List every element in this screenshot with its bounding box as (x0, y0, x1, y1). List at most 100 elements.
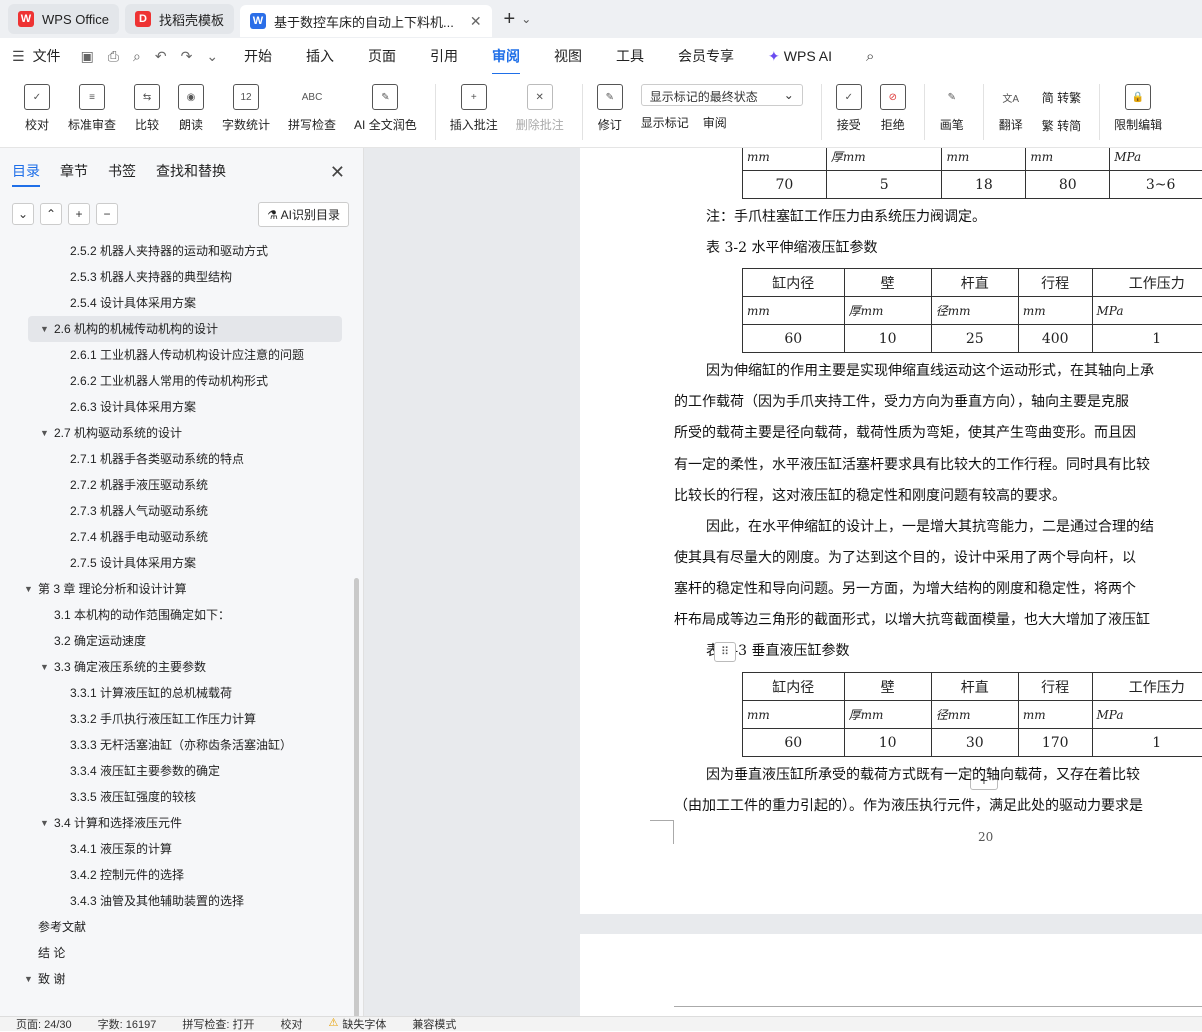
toc-item[interactable]: 3.4.1 液压泵的计算 (0, 836, 356, 862)
expand-arrow-icon[interactable]: ▼ (40, 316, 49, 342)
to-simplified-button[interactable]: 繁 转简 (1042, 112, 1081, 140)
menu-member[interactable]: 会员专享 (678, 46, 734, 66)
toc-item[interactable]: 2.5.3 机器人夹持器的典型结构 (0, 264, 356, 290)
collapse-icon[interactable]: ⌄ (12, 203, 34, 225)
toc-item[interactable]: 3.3.4 液压缸主要参数的确定 (0, 758, 356, 784)
new-tab-icon[interactable]: + (504, 8, 516, 31)
insert-comment-button[interactable]: +插入批注 (450, 84, 498, 133)
spell-check-button[interactable]: ABC拼写检查 (288, 84, 336, 133)
menu-insert[interactable]: 插入 (306, 46, 334, 66)
toc-item[interactable]: 2.7.2 机器手液压驱动系统 (0, 472, 356, 498)
toc-item[interactable]: 2.6.1 工业机器人传动机构设计应注意的问题 (0, 342, 356, 368)
toc-item[interactable]: 3.3.3 无杆活塞油缸（亦称齿条活塞油缸） (0, 732, 356, 758)
to-traditional-button[interactable]: 简 转繁 (1042, 84, 1081, 112)
more-icon[interactable]: ⌄ (206, 48, 218, 65)
tab-chapters[interactable]: 章节 (60, 161, 88, 181)
toc-item[interactable]: ▼3.3 确定液压系统的主要参数 (0, 654, 356, 680)
close-icon[interactable]: ✕ (330, 162, 345, 183)
toc-item[interactable]: 2.5.4 设计具体采用方案 (0, 290, 356, 316)
menu-wps-ai[interactable]: ✦ WPS AI (768, 48, 832, 65)
toc-item[interactable]: 3.4.3 油管及其他辅助装置的选择 (0, 888, 356, 914)
toc-item[interactable]: ▼3.4 计算和选择液压元件 (0, 810, 356, 836)
search-icon[interactable]: ⌕ (866, 48, 874, 65)
add-icon[interactable]: + (68, 203, 90, 225)
missing-font-indicator[interactable]: ⚠缺失字体 (328, 1016, 386, 1032)
toc-item[interactable]: 3.1 本机构的动作范围确定如下： (0, 602, 356, 628)
menu-review[interactable]: 审阅 (492, 46, 520, 66)
table-drag-handle-icon[interactable]: ⠿ (714, 642, 736, 662)
tab-document[interactable]: W 基于数控车床的自动上下料机... ✕ (240, 5, 492, 37)
save-icon[interactable]: ▣ (81, 48, 94, 65)
toc-item[interactable]: 2.5.2 机器人夹持器的运动和驱动方式 (0, 238, 356, 264)
toc-item[interactable]: 3.3.1 计算液压缸的总机械载荷 (0, 680, 356, 706)
proofread-status[interactable]: 校对 (280, 1016, 302, 1032)
expand-arrow-icon[interactable]: ▼ (24, 576, 33, 602)
toc-item[interactable]: 3.2 确定运动速度 (0, 628, 356, 654)
toc-item-label: 2.6.3 设计具体采用方案 (70, 394, 196, 420)
tab-find-replace[interactable]: 查找和替换 (156, 161, 226, 181)
tab-bookmarks[interactable]: 书签 (108, 161, 136, 181)
expand-arrow-icon[interactable]: ▼ (40, 810, 49, 836)
btn-label: 标准审查 (68, 116, 116, 133)
delete-comment-button[interactable]: ✕删除批注 (516, 84, 564, 133)
print-icon[interactable]: ⎙ (108, 48, 119, 65)
toc-item[interactable]: 结 论 (0, 940, 356, 966)
read-aloud-button[interactable]: ◉朗读 (178, 84, 204, 133)
toc-item[interactable]: 3.3.5 液压缸强度的较核 (0, 784, 356, 810)
toc-item[interactable]: ▼2.6 机构的机械传动机构的设计 (28, 316, 342, 342)
toc-item-label: 致 谢 (38, 966, 65, 992)
toc-item[interactable]: 2.7.5 设计具体采用方案 (0, 550, 356, 576)
menu-file[interactable]: 文件 (33, 46, 61, 66)
toc-item[interactable]: ▼致 谢 (0, 966, 356, 992)
toc-item[interactable]: 2.7.3 机器人气动驱动系统 (0, 498, 356, 524)
scrollbar[interactable] (354, 578, 359, 1018)
toc-item[interactable]: 2.7.1 机器手各类驱动系统的特点 (0, 446, 356, 472)
toc-item[interactable]: 2.6.2 工业机器人常用的传动机构形式 (0, 368, 356, 394)
toc-item[interactable]: ▼2.7 机构驱动系统的设计 (0, 420, 356, 446)
tab-wps-office[interactable]: W WPS Office (8, 4, 119, 34)
undo-icon[interactable]: ↶ (155, 48, 167, 65)
proofread-button[interactable]: ✓校对 (24, 84, 50, 133)
print-preview-icon[interactable]: ⌕ (133, 48, 141, 65)
toc-item[interactable]: 参考文献 (0, 914, 356, 940)
word-count[interactable]: 字数: 16197 (98, 1016, 157, 1032)
standard-review-button[interactable]: ≡标准审查 (68, 84, 116, 133)
toc-item[interactable]: 3.3.2 手爪执行液压缸工作压力计算 (0, 706, 356, 732)
tab-template[interactable]: D 找稻壳模板 (125, 4, 234, 34)
toc-item[interactable]: 2.7.4 机器手电动驱动系统 (0, 524, 356, 550)
ai-polish-button[interactable]: ✎AI 全文润色 (354, 84, 417, 133)
accept-button[interactable]: ✓接受 (836, 84, 862, 133)
hamburger-icon[interactable]: ☰ (12, 48, 25, 65)
tab-toc[interactable]: 目录 (12, 161, 40, 181)
reject-button[interactable]: ⊘拒绝 (880, 84, 906, 133)
menu-view[interactable]: 视图 (554, 46, 582, 66)
close-icon[interactable]: ✕ (470, 13, 482, 30)
menu-references[interactable]: 引用 (430, 46, 458, 66)
remove-icon[interactable]: − (96, 203, 118, 225)
menu-tools[interactable]: 工具 (616, 46, 644, 66)
review-pane-button[interactable]: 审阅 (703, 114, 727, 131)
redo-icon[interactable]: ↷ (181, 48, 193, 65)
compare-button[interactable]: ⇆比较 (134, 84, 160, 133)
spell-check-status[interactable]: 拼写检查: 打开 (182, 1016, 254, 1032)
expand-arrow-icon[interactable]: ▼ (40, 654, 49, 680)
menu-home[interactable]: 开始 (244, 46, 272, 66)
expand-arrow-icon[interactable]: ▼ (40, 420, 49, 446)
show-markup-button[interactable]: 显示标记 (641, 114, 689, 131)
toc-item[interactable]: ▼第 3 章 理论分析和设计计算 (0, 576, 356, 602)
toc-item[interactable]: 2.6.3 设计具体采用方案 (0, 394, 356, 420)
toc-item[interactable]: 3.4.2 控制元件的选择 (0, 862, 356, 888)
page-indicator[interactable]: 页面: 24/30 (16, 1016, 72, 1032)
btn-label: 校对 (25, 116, 49, 133)
translate-button[interactable]: 文A翻译 (998, 84, 1024, 133)
expand-icon[interactable]: ⌃ (40, 203, 62, 225)
ai-toc-button[interactable]: ⚗ AI识别目录 (258, 202, 349, 227)
track-changes-button[interactable]: ✎修订 (597, 84, 623, 133)
chevron-down-icon[interactable]: ⌄ (521, 12, 531, 26)
markup-select[interactable]: 显示标记的最终状态⌄ (641, 84, 803, 106)
word-count-button[interactable]: 12字数统计 (222, 84, 270, 133)
brush-button[interactable]: ✎画笔 (939, 84, 965, 133)
menu-page[interactable]: 页面 (368, 46, 396, 66)
expand-arrow-icon[interactable]: ▼ (24, 966, 33, 992)
restrict-edit-button[interactable]: 🔒限制编辑 (1114, 84, 1162, 133)
